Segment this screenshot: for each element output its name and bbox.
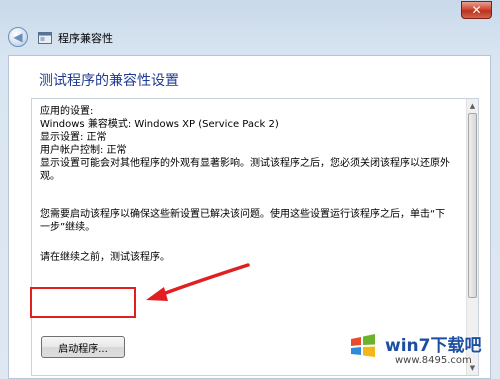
back-arrow-icon: ◀ <box>13 30 23 44</box>
page-heading: 测试程序的兼容性设置 <box>39 73 179 89</box>
watermark: win7下载吧 www.8495.com <box>345 327 495 375</box>
watermark-url: www.8495.com <box>395 355 472 366</box>
red-arrow-annotation-icon <box>146 263 250 301</box>
compat-mode-line: Windows 兼容模式: Windows XP (Service Pack 2… <box>40 119 279 130</box>
launch-program-button[interactable]: 启动程序... <box>41 336 125 358</box>
win7-logo-icon <box>348 331 378 361</box>
highlight-annotation-box <box>30 287 136 318</box>
window-title: 程序兼容性 <box>58 32 113 45</box>
applied-settings-label: 应用的设置: <box>40 106 94 117</box>
display-warning-line-2: 观。 <box>40 171 60 182</box>
back-button[interactable]: ◀ <box>8 27 28 47</box>
program-compatibility-window: ✕ ◀ 程序兼容性 测试程序的兼容性设置 应用的设置: Windows 兼容模式… <box>0 0 500 379</box>
program-icon <box>38 32 52 44</box>
watermark-title: win7下载吧 <box>385 336 482 356</box>
launch-instructions-line-1: 您需要启动该程序以确保这些新设置已解决该问题。使用这些设置运行该程序之后，单击“… <box>40 209 446 220</box>
uac-line: 用户帐户控制: 正常 <box>40 145 127 156</box>
display-settings-line: 显示设置: 正常 <box>40 132 107 143</box>
scroll-thumb[interactable] <box>468 113 477 298</box>
display-warning-line-1: 显示设置可能会对其他程序的外观有显著影响。测试该程序之后，您必须关闭该程序以还原… <box>40 158 450 169</box>
launch-instructions-line-2: 一步”继续。 <box>40 222 96 233</box>
scroll-up-arrow-icon[interactable]: ▲ <box>467 100 478 112</box>
close-button[interactable]: ✕ <box>461 1 492 19</box>
